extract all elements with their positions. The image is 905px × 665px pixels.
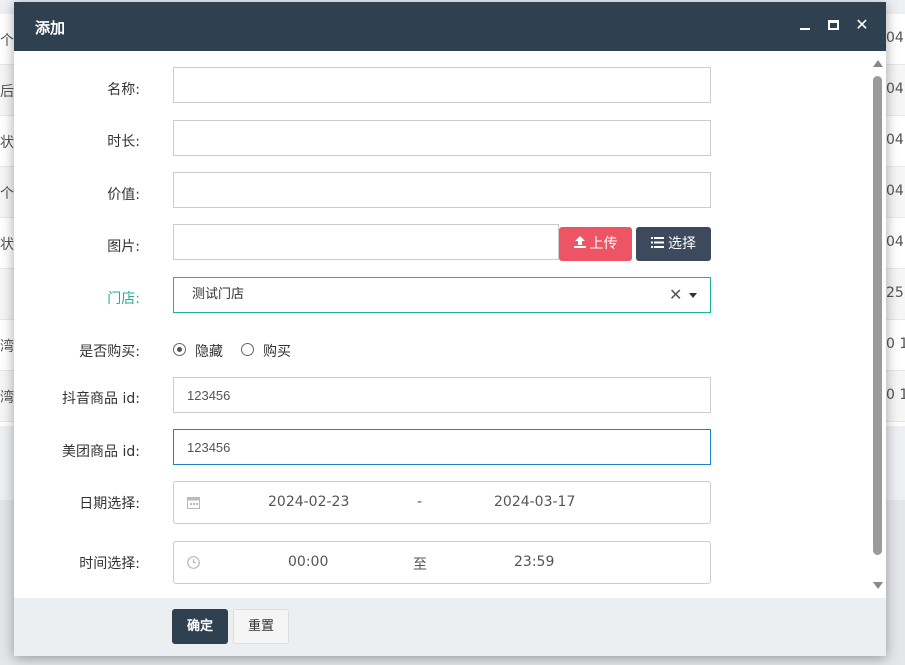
meituan-id-input[interactable]	[173, 429, 711, 465]
background-cell: 0 1	[886, 336, 905, 352]
scroll-up-icon[interactable]	[873, 60, 883, 67]
douyin-id-label: 抖音商品 id:	[62, 391, 140, 407]
date-separator: -	[417, 494, 423, 510]
time-start[interactable]: 00:00	[288, 554, 328, 570]
store-label: 门店:	[107, 291, 140, 307]
radio-dot	[177, 347, 182, 352]
background-cell: 个	[0, 186, 14, 202]
background-cell: 04 2	[886, 81, 905, 97]
background-cell: 个	[0, 33, 14, 49]
clock-icon	[187, 556, 200, 569]
dialog-title: 添加	[35, 19, 66, 37]
radio-hide-label: 隐藏	[195, 344, 223, 360]
image-path-input[interactable]	[173, 224, 559, 260]
date-end[interactable]: 2024-03-17	[494, 494, 575, 510]
maximize-button[interactable]	[825, 16, 843, 34]
select-button-label: 选择	[668, 236, 696, 252]
time-end[interactable]: 23:59	[514, 554, 554, 570]
douyin-id-input[interactable]	[173, 377, 711, 413]
background-cell: 04 2	[886, 30, 905, 46]
list-icon	[651, 227, 664, 261]
minimize-icon	[800, 28, 810, 30]
time-range-label: 时间选择:	[79, 556, 140, 572]
chevron-down-icon[interactable]	[689, 293, 697, 298]
clear-icon[interactable]: ✕	[669, 278, 682, 312]
upload-button[interactable]: 上传	[559, 227, 632, 261]
add-dialog: 添加 ✕ 名称: 时长: 价值: 图片: 上传 选择 门店: 测试门店 ✕ 是否…	[14, 2, 886, 656]
value-input[interactable]	[173, 172, 711, 208]
upload-icon	[573, 227, 586, 261]
radio-circle-checked[interactable]	[173, 343, 186, 356]
background-cell: 状	[0, 237, 14, 253]
name-label: 名称:	[107, 82, 140, 98]
background-cell: 04 1	[886, 183, 905, 199]
dialog-body: 名称: 时长: 价值: 图片: 上传 选择 门店: 测试门店 ✕ 是否购买: 隐…	[14, 51, 886, 598]
duration-input[interactable]	[173, 120, 711, 156]
calendar-icon	[187, 496, 200, 509]
meituan-id-label: 美团商品 id:	[62, 444, 140, 460]
dialog-title-bar[interactable]: 添加 ✕	[14, 2, 886, 51]
maximize-icon	[828, 20, 839, 30]
scroll-down-icon[interactable]	[873, 582, 883, 589]
scroll-thumb[interactable]	[873, 76, 882, 555]
store-selected-value: 测试门店	[192, 287, 245, 302]
purchase-label: 是否购买:	[79, 344, 140, 360]
image-label: 图片:	[107, 239, 140, 255]
background-cell: 0 1	[886, 387, 905, 403]
radio-buy[interactable]: 购买	[241, 341, 301, 360]
background-cell: 状	[0, 135, 14, 151]
background-cell: 04 1	[886, 234, 905, 250]
duration-label: 时长:	[107, 134, 140, 150]
date-range-label: 日期选择:	[79, 496, 140, 512]
select-button[interactable]: 选择	[636, 227, 711, 261]
value-label: 价值:	[107, 187, 140, 203]
radio-hide[interactable]: 隐藏	[173, 341, 233, 360]
dialog-footer: 确定 重置	[14, 598, 886, 656]
date-start[interactable]: 2024-02-23	[268, 494, 349, 510]
upload-button-label: 上传	[589, 236, 618, 252]
time-separator: 至	[413, 557, 427, 573]
radio-circle[interactable]	[241, 343, 254, 356]
dialog-scrollbar[interactable]	[871, 56, 884, 598]
background-cell: 04 2	[886, 132, 905, 148]
time-range-picker[interactable]: 00:00 至 23:59	[173, 541, 711, 584]
radio-buy-label: 购买	[263, 344, 291, 360]
name-input[interactable]	[173, 67, 711, 103]
close-button[interactable]: ✕	[853, 16, 871, 34]
background-cell: 25 1	[886, 285, 905, 301]
minimize-button[interactable]	[796, 16, 814, 34]
reset-button[interactable]: 重置	[233, 609, 289, 644]
confirm-button[interactable]: 确定	[172, 609, 228, 644]
close-icon: ✕	[855, 15, 869, 34]
date-range-picker[interactable]: 2024-02-23 - 2024-03-17	[173, 481, 711, 524]
store-select[interactable]: 测试门店 ✕	[173, 277, 711, 313]
